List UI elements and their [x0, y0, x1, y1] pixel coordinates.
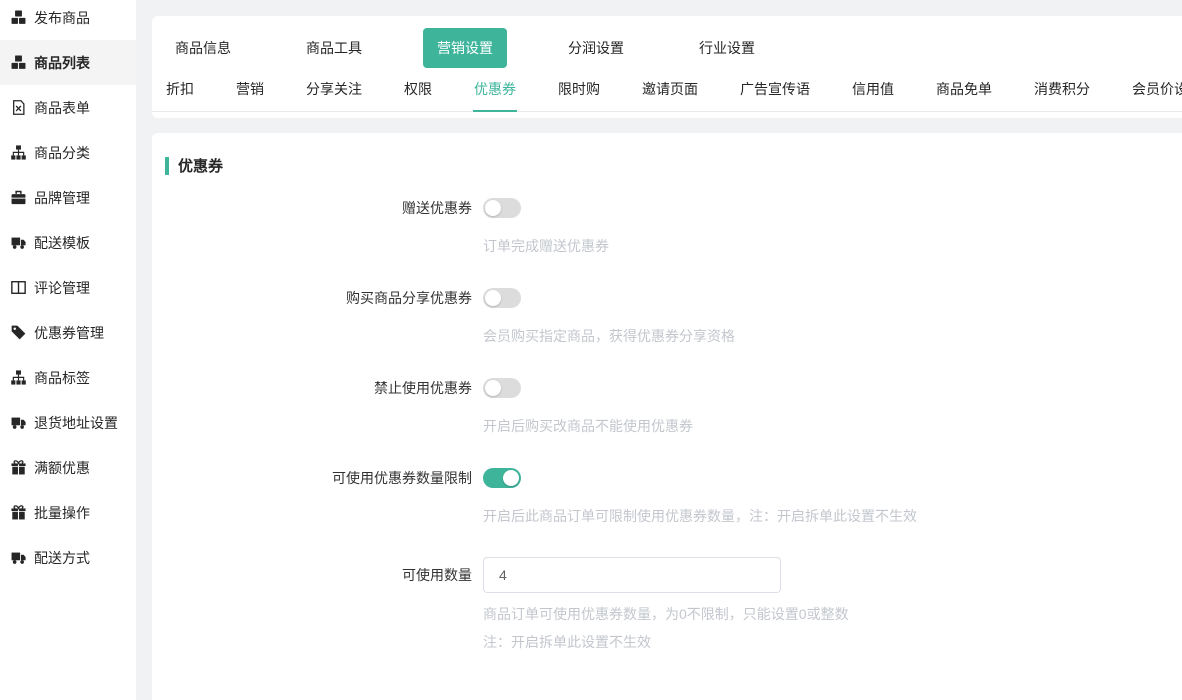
field-hint-note: 注：开启拆单此设置不生效: [152, 635, 1182, 649]
field-hint: 订单完成赠送优惠券: [152, 239, 1182, 253]
field-label: 可使用数量: [152, 557, 472, 593]
sidebar-item-return-address-settings[interactable]: 退货地址设置: [0, 400, 136, 445]
subtab-discount[interactable]: 折扣: [165, 70, 195, 111]
section-title: 优惠券: [178, 155, 223, 176]
sidebar-item-label: 商品标签: [34, 368, 90, 388]
primary-tabs: 商品信息 商品工具 营销设置 分润设置 行业设置: [152, 16, 1182, 68]
subtab-flash-sale[interactable]: 限时购: [557, 70, 601, 111]
gift-icon: [11, 460, 26, 475]
subtab-credit-value[interactable]: 信用值: [851, 70, 895, 111]
sidebar-item-label: 批量操作: [34, 503, 90, 523]
sidebar-item-review-management[interactable]: 评论管理: [0, 265, 136, 310]
toggle-knob: [485, 200, 501, 216]
field-forbid-coupon: 禁止使用优惠券 开启后购买改商品不能使用优惠券: [152, 377, 1182, 433]
coupon-settings-panel: 优惠券 赠送优惠券 订单完成赠送优惠券 购买商品分享优惠券 会员购买指定商品，获…: [152, 133, 1182, 700]
subtab-member-price-settings[interactable]: 会员价设置: [1131, 70, 1182, 111]
sidebar-item-label: 优惠券管理: [34, 323, 104, 343]
field-buy-share-coupon: 购买商品分享优惠券 会员购买指定商品，获得优惠券分享资格: [152, 287, 1182, 343]
subtab-consumption-points[interactable]: 消费积分: [1033, 70, 1091, 111]
secondary-tabs: 折扣 营销 分享关注 权限 优惠券 限时购 邀请页面 广告宣传语 信用值 商品免…: [152, 70, 1182, 112]
sidebar-item-goods-tags[interactable]: 商品标签: [0, 355, 136, 400]
section-accent-bar: [165, 157, 169, 175]
sidebar-item-label: 品牌管理: [34, 188, 90, 208]
subtab-marketing[interactable]: 营销: [235, 70, 265, 111]
field-coupon-quantity-limit: 可使用优惠券数量限制 开启后此商品订单可限制使用优惠券数量，注：开启拆单此设置不…: [152, 467, 1182, 523]
file-x-icon: [11, 100, 26, 115]
subtab-share-follow[interactable]: 分享关注: [305, 70, 363, 111]
coupon-quantity-limit-toggle[interactable]: [483, 468, 521, 488]
field-hint: 开启后此商品订单可限制使用优惠券数量，注：开启拆单此设置不生效: [152, 509, 1182, 523]
section-header: 优惠券: [165, 155, 1182, 176]
field-label: 禁止使用优惠券: [152, 378, 472, 398]
sidebar-menu: 发布商品 商品列表 商品表单 商品分类 品牌管理 配送模板 评论管理: [0, 0, 136, 580]
sidebar-item-full-amount-discount[interactable]: 满额优惠: [0, 445, 136, 490]
briefcase-icon: [11, 190, 26, 205]
tab-marketing-settings[interactable]: 营销设置: [423, 28, 507, 68]
tabs-panel: 商品信息 商品工具 营销设置 分润设置 行业设置 折扣 营销 分享关注 权限 优…: [152, 16, 1182, 118]
subtab-ad-slogan[interactable]: 广告宣传语: [739, 70, 811, 111]
field-hint: 商品订单可使用优惠券数量，为0不限制，只能设置0或整数: [152, 607, 1182, 621]
toggle-knob: [503, 470, 519, 486]
subtab-permissions[interactable]: 权限: [403, 70, 433, 111]
sidebar-item-goods-form[interactable]: 商品表单: [0, 85, 136, 130]
sidebar-item-shipping-template[interactable]: 配送模板: [0, 220, 136, 265]
tab-goods-tools[interactable]: 商品工具: [292, 28, 376, 68]
sidebar-item-publish-goods[interactable]: 发布商品: [0, 0, 136, 40]
sidebar-item-label: 发布商品: [34, 8, 90, 28]
subtab-invite-page[interactable]: 邀请页面: [641, 70, 699, 111]
field-usable-count: 可使用数量 商品订单可使用优惠券数量，为0不限制，只能设置0或整数 注：开启拆单…: [152, 557, 1182, 649]
tab-industry-settings[interactable]: 行业设置: [685, 28, 769, 68]
toggle-knob: [485, 380, 501, 396]
sidebar-item-label: 配送模板: [34, 233, 90, 253]
field-label: 可使用优惠券数量限制: [152, 468, 472, 488]
tag-icon: [11, 325, 26, 340]
sidebar-item-batch-operations[interactable]: 批量操作: [0, 490, 136, 535]
sidebar-item-label: 满额优惠: [34, 458, 90, 478]
usable-count-input[interactable]: [483, 557, 781, 593]
field-gift-coupon: 赠送优惠券 订单完成赠送优惠券: [152, 197, 1182, 253]
sitemap-icon: [11, 145, 26, 160]
sidebar-item-label: 配送方式: [34, 548, 90, 568]
gift-coupon-toggle[interactable]: [483, 198, 521, 218]
sidebar-item-goods-list[interactable]: 商品列表: [0, 40, 136, 85]
forbid-coupon-toggle[interactable]: [483, 378, 521, 398]
tab-profit-settings[interactable]: 分润设置: [554, 28, 638, 68]
sidebar-item-shipping-methods[interactable]: 配送方式: [0, 535, 136, 580]
subtab-goods-free-order[interactable]: 商品免单: [935, 70, 993, 111]
tab-goods-info[interactable]: 商品信息: [161, 28, 245, 68]
sidebar-item-goods-category[interactable]: 商品分类: [0, 130, 136, 175]
sidebar-item-label: 商品表单: [34, 98, 90, 118]
truck-icon: [11, 550, 26, 565]
sidebar: 发布商品 商品列表 商品表单 商品分类 品牌管理 配送模板 评论管理: [0, 0, 136, 700]
sidebar-item-label: 评论管理: [34, 278, 90, 298]
cubes-icon: [11, 10, 26, 25]
sidebar-item-label: 商品分类: [34, 143, 90, 163]
cubes-icon: [11, 55, 26, 70]
buy-share-coupon-toggle[interactable]: [483, 288, 521, 308]
field-label: 赠送优惠券: [152, 198, 472, 218]
subtab-coupon[interactable]: 优惠券: [473, 70, 517, 111]
toggle-knob: [485, 290, 501, 306]
sidebar-item-label: 商品列表: [34, 53, 90, 73]
field-hint: 会员购买指定商品，获得优惠券分享资格: [152, 329, 1182, 343]
field-hint: 开启后购买改商品不能使用优惠券: [152, 419, 1182, 433]
sidebar-item-brand-management[interactable]: 品牌管理: [0, 175, 136, 220]
truck-icon: [11, 235, 26, 250]
gift-icon: [11, 505, 26, 520]
sidebar-item-coupon-management[interactable]: 优惠券管理: [0, 310, 136, 355]
field-label: 购买商品分享优惠券: [152, 288, 472, 308]
sidebar-item-label: 退货地址设置: [34, 413, 118, 433]
columns-icon: [11, 280, 26, 295]
sitemap-icon: [11, 370, 26, 385]
truck-icon: [11, 415, 26, 430]
